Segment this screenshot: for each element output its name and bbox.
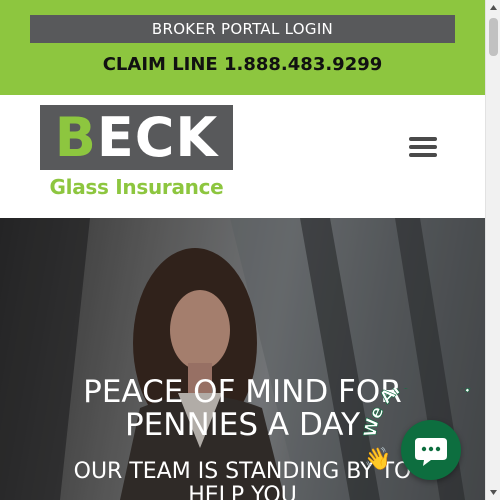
- logo-wordmark: BECK: [55, 110, 219, 165]
- logo-letters-eck: ECK: [96, 105, 219, 169]
- menu-bar-bottom: [409, 153, 437, 157]
- chat-bubble-icon: [415, 438, 447, 466]
- scroll-down-arrow-icon[interactable]: [486, 485, 500, 500]
- wave-hand-icon: 👋: [364, 446, 391, 472]
- menu-bar-top: [409, 137, 437, 141]
- vertical-scrollbar[interactable]: [485, 0, 500, 500]
- scroll-up-arrow-icon[interactable]: [486, 0, 500, 15]
- page-viewport: BROKER PORTAL LOGIN CLAIM LINE 1.888.483…: [0, 0, 485, 500]
- beck-logo[interactable]: BECK: [40, 105, 233, 170]
- site-header: BECK Glass Insurance: [0, 95, 485, 218]
- hamburger-menu-icon[interactable]: [409, 137, 437, 161]
- claim-line-phone[interactable]: CLAIM LINE 1.888.483.9299: [0, 54, 485, 75]
- logo-subtitle: Glass Insurance: [49, 175, 224, 199]
- logo-letter-b: B: [54, 105, 97, 169]
- menu-bar-middle: [409, 145, 437, 149]
- top-bar: BROKER PORTAL LOGIN CLAIM LINE 1.888.483…: [0, 0, 485, 95]
- hero-subtitle-line-2: HELP YOU: [188, 483, 297, 500]
- scrollbar-thumb[interactable]: [489, 18, 498, 56]
- broker-portal-login-button[interactable]: BROKER PORTAL LOGIN: [30, 15, 455, 43]
- chat-open-button[interactable]: [401, 420, 461, 480]
